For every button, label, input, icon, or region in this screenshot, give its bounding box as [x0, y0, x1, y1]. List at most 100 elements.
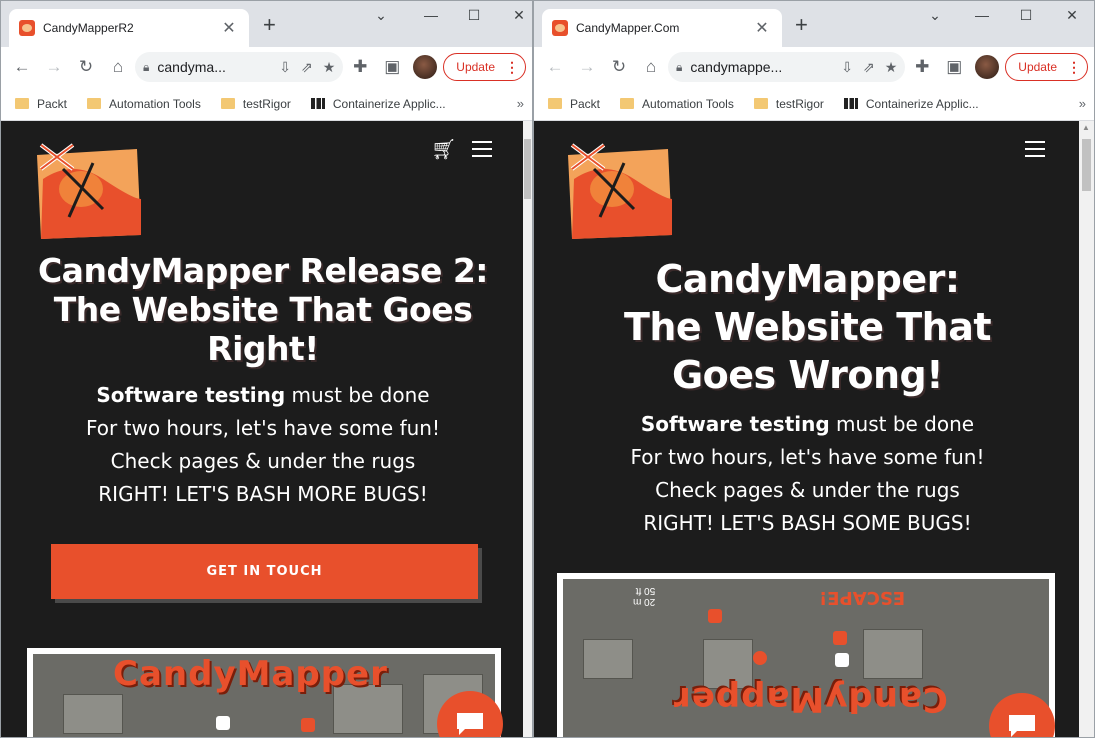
profile-avatar[interactable] — [413, 55, 438, 79]
page-scrollbar[interactable]: ▲ — [1079, 121, 1094, 737]
tab-search-icon[interactable]: ⌄ — [361, 7, 401, 24]
intro-poem: Software testing must be done For two ho… — [1, 379, 523, 511]
map-title: CandyMapper — [113, 654, 388, 694]
poem-line: For two hours, let's have some fun! — [86, 416, 440, 440]
more-options-icon[interactable]: ⋮ — [1067, 59, 1081, 76]
folder-icon — [15, 98, 29, 109]
candy-icon — [301, 718, 315, 732]
bookmark-label: testRigor — [775, 96, 824, 111]
update-button[interactable]: Update ⋮ — [1005, 53, 1088, 81]
install-icon[interactable]: ⇩ — [279, 59, 291, 76]
update-button[interactable]: Update ⋮ — [443, 53, 526, 81]
bookmark-containerize[interactable]: Containerize Applic... — [310, 97, 446, 111]
headline-line: Right! — [207, 329, 319, 368]
address-bar[interactable]: 🔒︎ candyma... ⇩ ⇗ ★ — [135, 52, 344, 82]
forward-icon[interactable]: → — [572, 52, 602, 82]
bookmark-label: Automation Tools — [642, 96, 734, 111]
bookmark-testrigor[interactable]: testRigor — [220, 97, 291, 111]
menu-icon[interactable] — [472, 141, 492, 157]
candy-favicon-icon — [19, 20, 35, 36]
tab-title: CandyMapper.Com — [576, 21, 680, 35]
close-window-icon[interactable]: ✕ — [1052, 7, 1092, 24]
profile-avatar[interactable] — [975, 55, 1000, 79]
page-title: CandyMapper Release 2: The Website That … — [1, 251, 523, 368]
map-scale-meters: 20 m — [633, 596, 656, 607]
more-options-icon[interactable]: ⋮ — [505, 59, 519, 76]
maximize-icon[interactable]: ☐ — [1006, 7, 1046, 24]
cart-icon[interactable]: 🛒︎ — [431, 137, 456, 162]
new-tab-icon[interactable]: + — [263, 14, 276, 36]
bookmarks-overflow-icon[interactable]: » — [1079, 96, 1086, 111]
lock-icon[interactable]: 🔒︎ — [143, 60, 149, 75]
maximize-icon[interactable]: ☐ — [454, 7, 494, 24]
bookmark-automation-tools[interactable]: Automation Tools — [87, 97, 201, 111]
book-icon — [843, 98, 858, 109]
poem-line: RIGHT! LET'S BASH MORE BUGS! — [98, 482, 428, 506]
close-window-icon[interactable]: ✕ — [499, 7, 532, 24]
star-icon[interactable]: ★ — [885, 59, 898, 76]
page-scrollbar[interactable] — [523, 121, 532, 737]
share-icon[interactable]: ⇗ — [301, 59, 313, 76]
minimize-icon[interactable]: — — [962, 7, 1002, 23]
address-bar[interactable]: 🔒︎ candymappe... ⇩ ⇗ ★ — [668, 52, 906, 82]
house-roof — [583, 639, 633, 679]
tab-search-icon[interactable]: ⌄ — [915, 7, 955, 24]
bookmark-packt[interactable]: Packt — [15, 97, 67, 111]
bookmark-automation-tools[interactable]: Automation Tools — [620, 97, 734, 111]
menu-icon[interactable] — [1025, 141, 1045, 157]
folder-icon — [220, 98, 235, 109]
home-icon[interactable]: ⌂ — [103, 52, 133, 82]
sidepanel-icon[interactable]: ▣ — [377, 52, 407, 82]
bookmark-label: Packt — [37, 96, 68, 111]
folder-icon — [548, 98, 562, 109]
share-icon[interactable]: ⇗ — [863, 59, 875, 76]
home-icon[interactable]: ⌂ — [636, 52, 666, 82]
update-label: Update — [1018, 60, 1057, 74]
bookmark-packt[interactable]: Packt — [548, 97, 600, 111]
new-tab-icon[interactable]: + — [795, 14, 808, 36]
sidepanel-icon[interactable]: ▣ — [939, 52, 969, 82]
extensions-icon[interactable]: ✚ — [907, 52, 937, 82]
extensions-icon[interactable]: ✚ — [345, 52, 375, 82]
forward-icon[interactable]: → — [39, 52, 69, 82]
poem-line: Check pages & under the rugs — [655, 478, 960, 502]
back-icon[interactable]: ← — [7, 52, 37, 82]
browser-window-left: CandyMapperR2 ✕ + ⌄ — ☐ ✕ ← → ↻ ⌂ 🔒︎ can… — [0, 0, 533, 738]
poem-line: Software testing must be done — [1, 379, 523, 412]
tab-candymapper-com[interactable]: CandyMapper.Com ✕ — [542, 9, 782, 47]
tab-close-icon[interactable]: ✕ — [219, 18, 239, 38]
bookmarks-bar: Packt Automation Tools testRigor Contain… — [534, 87, 1094, 121]
scrollbar-thumb[interactable] — [1082, 139, 1091, 191]
minimize-icon[interactable]: — — [411, 7, 451, 23]
ghost-icon — [216, 716, 230, 730]
bookmark-testrigor[interactable]: testRigor — [753, 96, 824, 111]
tab-close-icon[interactable]: ✕ — [752, 18, 772, 38]
poem-bold: Software testing — [640, 412, 830, 436]
candymapper-logo[interactable] — [564, 139, 676, 243]
reload-icon[interactable]: ↻ — [71, 52, 101, 82]
back-icon[interactable]: ← — [540, 52, 570, 82]
candymapper-logo[interactable] — [33, 139, 145, 243]
scrollbar-thumb[interactable] — [524, 139, 531, 199]
map-title: CandyMapper — [673, 679, 948, 719]
folder-icon — [753, 98, 768, 109]
install-icon[interactable]: ⇩ — [841, 59, 853, 76]
map-scale: 20 m 50 ft — [633, 585, 655, 607]
reload-icon[interactable]: ↻ — [604, 52, 634, 82]
map-image: CandyMapper — [27, 648, 501, 737]
poem-line: Software testing must be done — [534, 408, 1079, 441]
bookmark-label: Automation Tools — [109, 96, 201, 111]
tab-candymapperr2[interactable]: CandyMapperR2 ✕ — [9, 9, 249, 47]
poem-line: RIGHT! LET'S BASH SOME BUGS! — [643, 511, 972, 535]
page-content: CandyMapper: The Website That Goes Wrong… — [534, 121, 1079, 737]
get-in-touch-button[interactable]: GET IN TOUCH — [51, 544, 478, 599]
scroll-up-icon[interactable]: ▲ — [1082, 123, 1090, 132]
star-icon[interactable]: ★ — [323, 59, 336, 76]
toolbar: ← → ↻ ⌂ 🔒︎ candymappe... ⇩ ⇗ ★ ✚ ▣ Updat… — [534, 47, 1094, 87]
folder-icon — [620, 98, 635, 109]
bookmark-containerize[interactable]: Containerize Applic... — [843, 97, 979, 111]
bookmarks-overflow-icon[interactable]: » — [517, 96, 524, 111]
page-content: 🛒︎ CandyMapper Release 2: The Website Th… — [1, 121, 523, 737]
lock-icon[interactable]: 🔒︎ — [676, 60, 682, 75]
poem-line: Check pages & under the rugs — [110, 449, 416, 473]
